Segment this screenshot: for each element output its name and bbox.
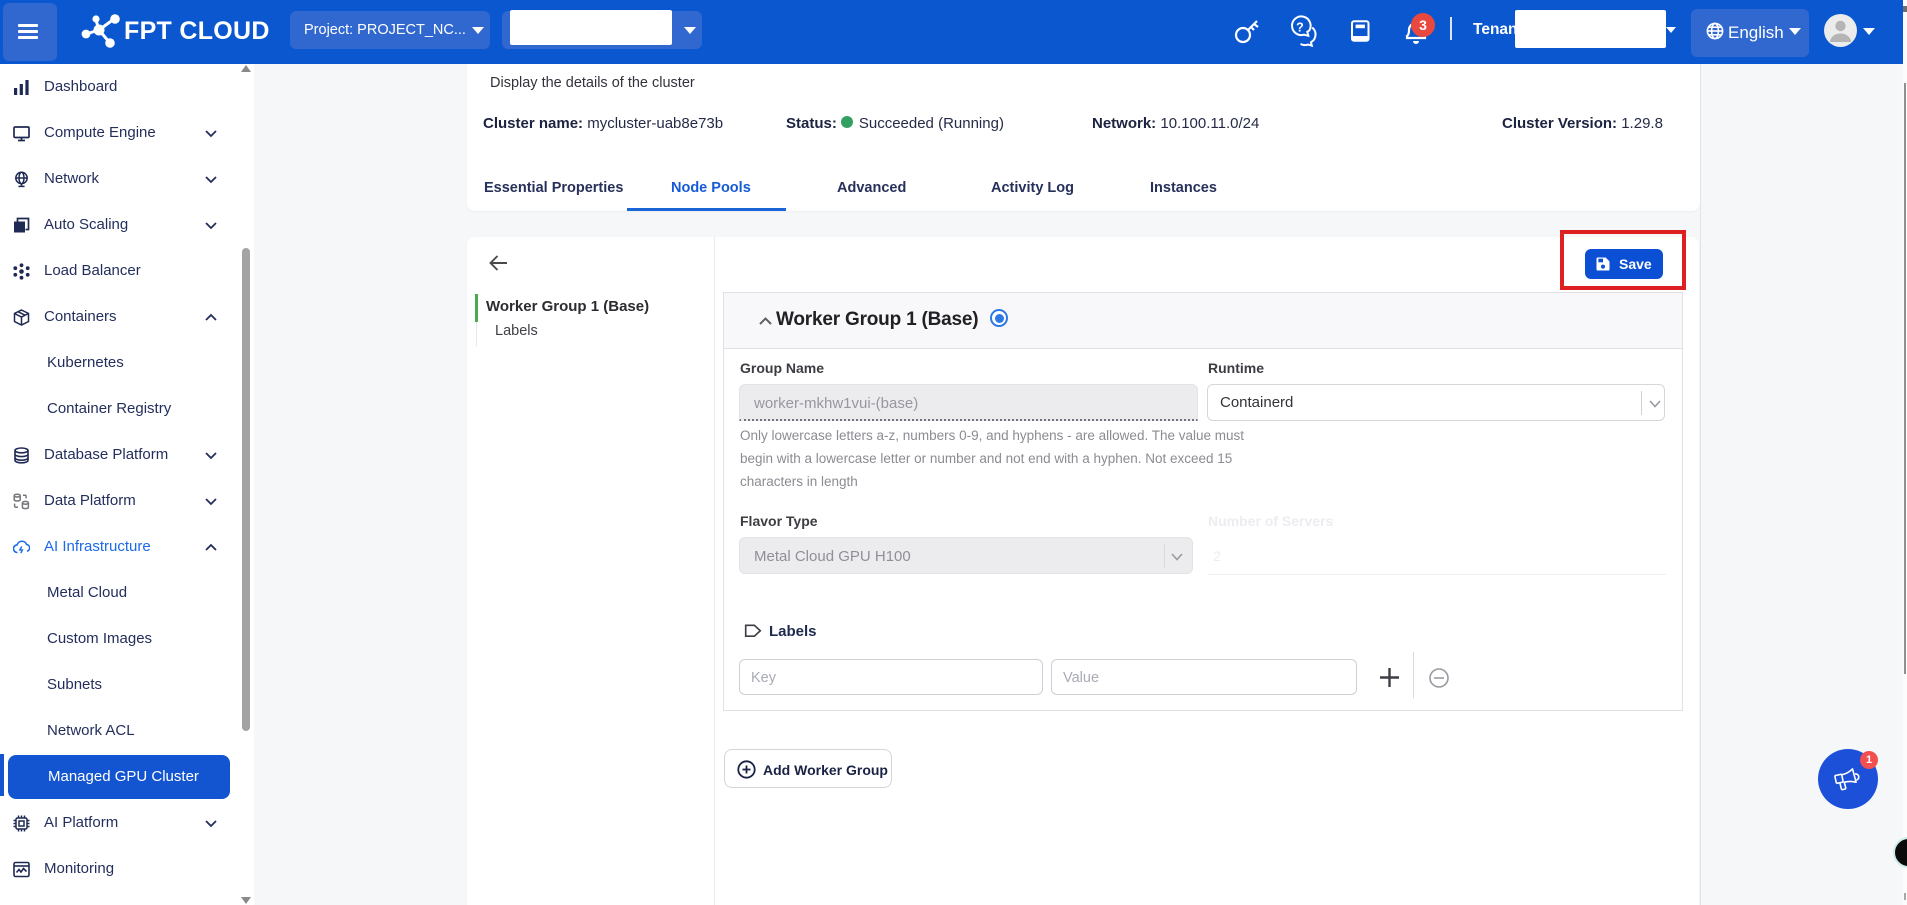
svg-text:?: ? <box>1296 21 1304 35</box>
